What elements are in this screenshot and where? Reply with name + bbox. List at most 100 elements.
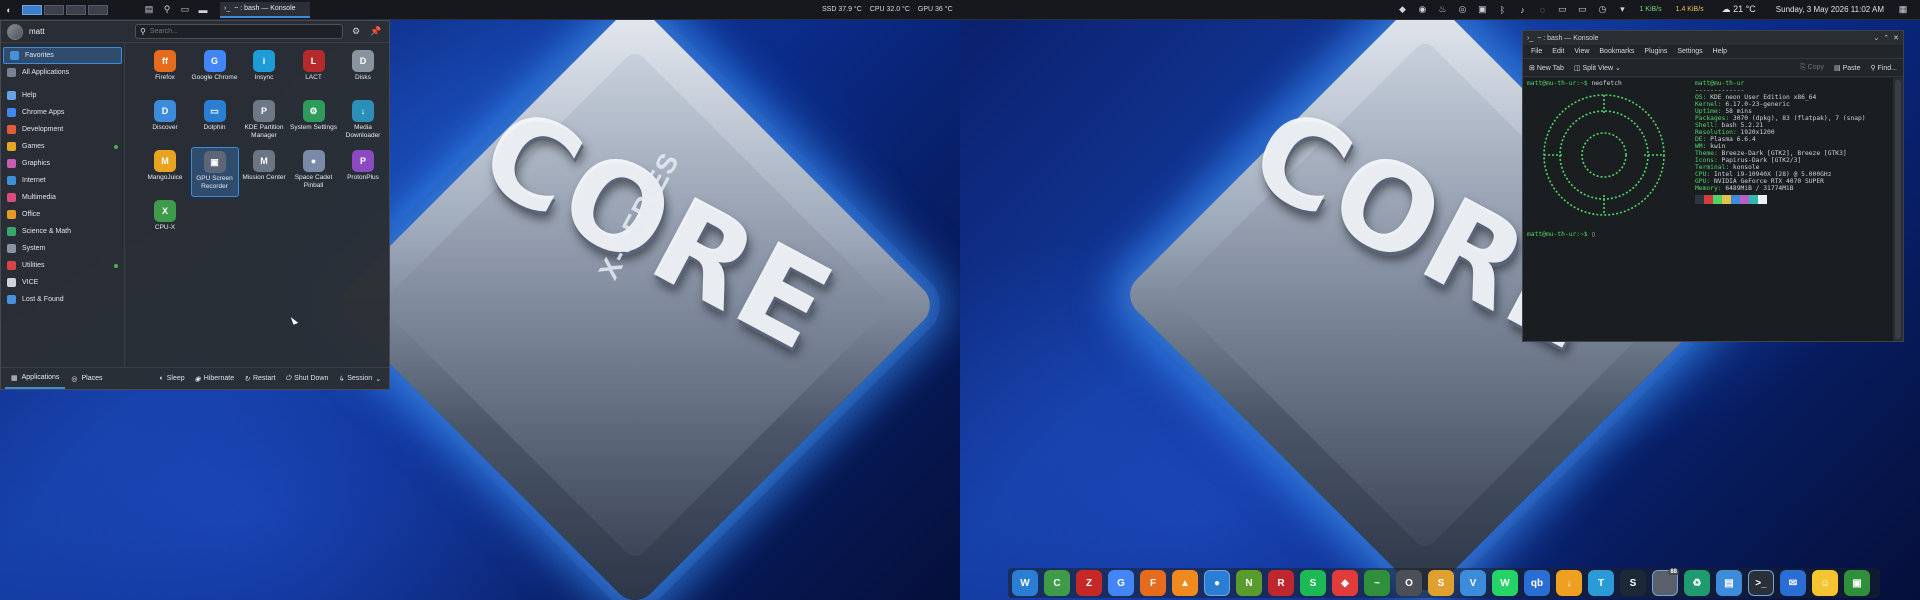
monitor-icon[interactable]: ▭ [1575,3,1589,17]
virtual-desktop-3[interactable] [66,4,86,15]
filezilla-icon[interactable]: Z [1076,570,1102,596]
volume-icon[interactable]: ♪ [1515,3,1529,17]
spotify-icon[interactable]: S [1300,570,1326,596]
vlc-icon[interactable]: ▲ [1172,570,1198,596]
search-box[interactable]: ⚲ [135,24,343,39]
split-view-button[interactable]: ◫ Split View ⌄ [1574,64,1621,72]
app-tile[interactable]: P ProtonPlus [339,147,387,195]
paste-button[interactable]: ▤ Paste [1834,64,1860,72]
chrome-icon[interactable]: G [1108,570,1134,596]
menu-item[interactable]: File [1531,48,1542,55]
new-tab-button[interactable]: ⊞ New Tab [1529,64,1564,72]
menu-item[interactable]: View [1574,48,1589,55]
discord-icon[interactable]: ◆ [1395,3,1409,17]
category-item[interactable]: Lost & Found [1,291,124,308]
app-tile[interactable]: ↓ Media Downloader [339,97,387,145]
show-desktop-icon[interactable]: ▦ [1896,3,1910,17]
menu-item[interactable]: Settings [1677,48,1702,55]
weather-widget[interactable]: ☁ 21 °C [1722,4,1756,15]
clock-icon[interactable]: ◷ [1595,3,1609,17]
close-icon[interactable]: ✕ [1893,34,1899,42]
app-tile[interactable]: M MangoJuice [141,147,189,195]
app-tile[interactable]: X CPU-X [141,197,189,245]
downloader-icon[interactable]: ↓ [1556,570,1582,596]
category-item[interactable]: Favorites [3,47,122,64]
raspberry-icon[interactable]: R [1268,570,1294,596]
pin-icon[interactable]: 📌 [369,25,383,39]
menu-item[interactable]: Edit [1552,48,1564,55]
expand-tray-icon[interactable]: ▾ [1615,3,1629,17]
tab-places[interactable]: ◎ Places [65,369,108,389]
category-item[interactable]: Development [1,121,124,138]
hibernate-button[interactable]: ◉ Hibernate [191,375,238,383]
display-icon[interactable]: ▭ [1555,3,1569,17]
konsole-titlebar[interactable]: ›_ ~ : bash — Konsole ⌄ ⌃ ✕ [1523,31,1903,45]
app-tile[interactable]: ⚙ System Settings [290,97,338,145]
digital-clock[interactable]: Sunday, 3 May 2026 11:02 AM [1776,5,1884,14]
virtual-desktop-2[interactable] [44,4,64,15]
search-input[interactable] [149,28,338,35]
category-item[interactable]: VICE [1,274,124,291]
category-item[interactable]: Office [1,206,124,223]
anydesk-icon[interactable]: ◆ [1332,570,1358,596]
system-monitor-icon[interactable]: 88 [1652,569,1679,596]
calc-icon[interactable]: C [1044,570,1070,596]
whatsapp-icon[interactable]: W [1492,570,1518,596]
steam-icon[interactable]: S [1620,570,1646,596]
konsole-icon[interactable]: >_ [1748,570,1774,596]
category-item[interactable]: Internet [1,172,124,189]
category-item[interactable]: All Applications [1,64,124,81]
menu-item[interactable]: Bookmarks [1599,48,1634,55]
app-tile[interactable]: D Discover [141,97,189,145]
app-tile[interactable]: M Mission Center [240,147,288,195]
scrollbar[interactable] [1893,78,1903,341]
copy-button[interactable]: ⎘ Copy [1800,64,1824,72]
app-tile[interactable]: L LACT [290,47,338,95]
menu-item[interactable]: Help [1713,48,1727,55]
app-tile[interactable]: P KDE Partition Manager [240,97,288,145]
session-button[interactable]: ↳ Session ⌄ [334,375,385,383]
temperature-icon[interactable]: ♨ [1435,3,1449,17]
steam-tray-icon[interactable]: ◉ [1415,3,1429,17]
category-item[interactable]: Utilities [1,257,124,274]
menu-item[interactable]: Plugins [1644,48,1667,55]
recycle-icon[interactable]: ♻ [1684,570,1710,596]
app-tile[interactable]: ● Space Cadet Pinball [290,147,338,195]
tab-applications[interactable]: ▦ Applications [5,369,66,389]
sleep-button[interactable]: ◐ Sleep [156,375,189,383]
power-icon[interactable]: ◌ [1535,3,1549,17]
browser-icon[interactable]: ● [1204,570,1230,596]
emoji-icon[interactable]: ☺ [1812,570,1838,596]
dolphin-icon[interactable]: ▭ [178,3,192,17]
category-item[interactable]: System [1,240,124,257]
terminal-output[interactable]: matt@mu-th-ur:~$ neofetch matt@mu-th-ur … [1523,78,1893,341]
vpn-tray-icon[interactable]: ◎ [1455,3,1469,17]
category-item[interactable]: Games [1,138,124,155]
gpu-recorder-icon[interactable]: ▣ [1844,570,1870,596]
bluetooth-icon[interactable]: ᛒ [1495,3,1509,17]
app-tile[interactable]: D Disks [339,47,387,95]
category-item[interactable]: Graphics [1,155,124,172]
taskbar-konsole-entry[interactable]: ›_ ~ : bash — Konsole [220,1,310,18]
app-tile[interactable]: i Insync [240,47,288,95]
nvidia-icon[interactable]: N [1236,570,1262,596]
avatar[interactable] [7,23,23,40]
launcher-icon[interactable]: ⚲ [160,3,174,17]
app-tile[interactable]: G Google Chrome [191,47,239,95]
settings-icon[interactable]: ⚙ [349,25,363,39]
app-tile[interactable]: ▭ Dolphin [191,97,239,145]
clipboard-icon[interactable]: ▣ [1475,3,1489,17]
shutdown-button[interactable]: ⏻ Shut Down [282,375,333,383]
cpu-icon[interactable]: ▤ [1716,570,1742,596]
trash-icon[interactable]: ▤ [142,3,156,17]
kde-menu-icon[interactable]: ◐ [2,3,16,17]
category-item[interactable]: Multimedia [1,189,124,206]
monitor-icon[interactable]: ~ [1364,570,1390,596]
virtual-desktop-4[interactable] [88,4,108,15]
obs-icon[interactable]: O [1396,570,1422,596]
category-item[interactable]: Science & Math [1,223,124,240]
scrollbar-thumb[interactable] [1895,80,1901,339]
find-button[interactable]: ⚲ Find... [1870,64,1897,72]
virtual-desktop-1[interactable] [22,4,42,15]
minimize-icon[interactable]: ⌄ [1873,34,1879,42]
